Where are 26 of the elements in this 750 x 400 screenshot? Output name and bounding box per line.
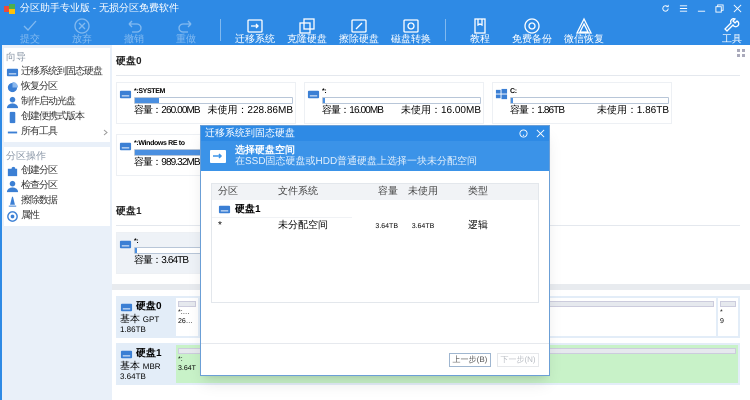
disk-name: 硬盘1: [136, 349, 162, 359]
window-title: 分区助手专业版 - 无损分区免费软件: [20, 4, 179, 14]
capacity-label: 容量：1.86TB: [510, 105, 564, 117]
disk-name: 硬盘0: [136, 302, 162, 312]
disk-type: 基本 MBR: [120, 362, 162, 372]
dialog-heading: 选择硬盘空间: [235, 146, 296, 156]
free-space-label: 未使用：16.00MB: [400, 105, 481, 117]
disk-size: 3.64TB: [120, 372, 147, 380]
disk-type: 基本 GPT: [120, 314, 160, 324]
disk-heading: 硬盘1: [116, 206, 142, 217]
capacity-label: 容量：16.00MB: [322, 105, 384, 117]
free-space-label: 未使用：228.86MB: [207, 105, 293, 117]
capacity-label: 容量：989.32MB: [134, 157, 200, 169]
disk-heading: 硬盘0: [116, 56, 142, 67]
table-cell-text: *: [218, 221, 223, 231]
section-heading: 向导: [6, 51, 27, 64]
disk-size: 1.86TB: [120, 326, 147, 334]
dialog-title: 迁移系统到固态硬盘: [205, 128, 295, 138]
capacity-label: 容量：260.00MB: [134, 105, 200, 117]
table-cell-text: 未分配空间: [278, 221, 329, 231]
capacity-label: 容量：3.64TB: [134, 255, 188, 267]
free-space-label: 未使用：1.86TB: [596, 105, 669, 117]
table-cell-text: 逻辑: [467, 221, 489, 231]
dialog-subtitle: 在SSD固态硬盘或HDD普通硬盘上选择一块未分配空间: [235, 156, 478, 166]
section-heading: 分区操作: [6, 150, 47, 163]
disk-group-label: 硬盘1: [235, 204, 261, 214]
